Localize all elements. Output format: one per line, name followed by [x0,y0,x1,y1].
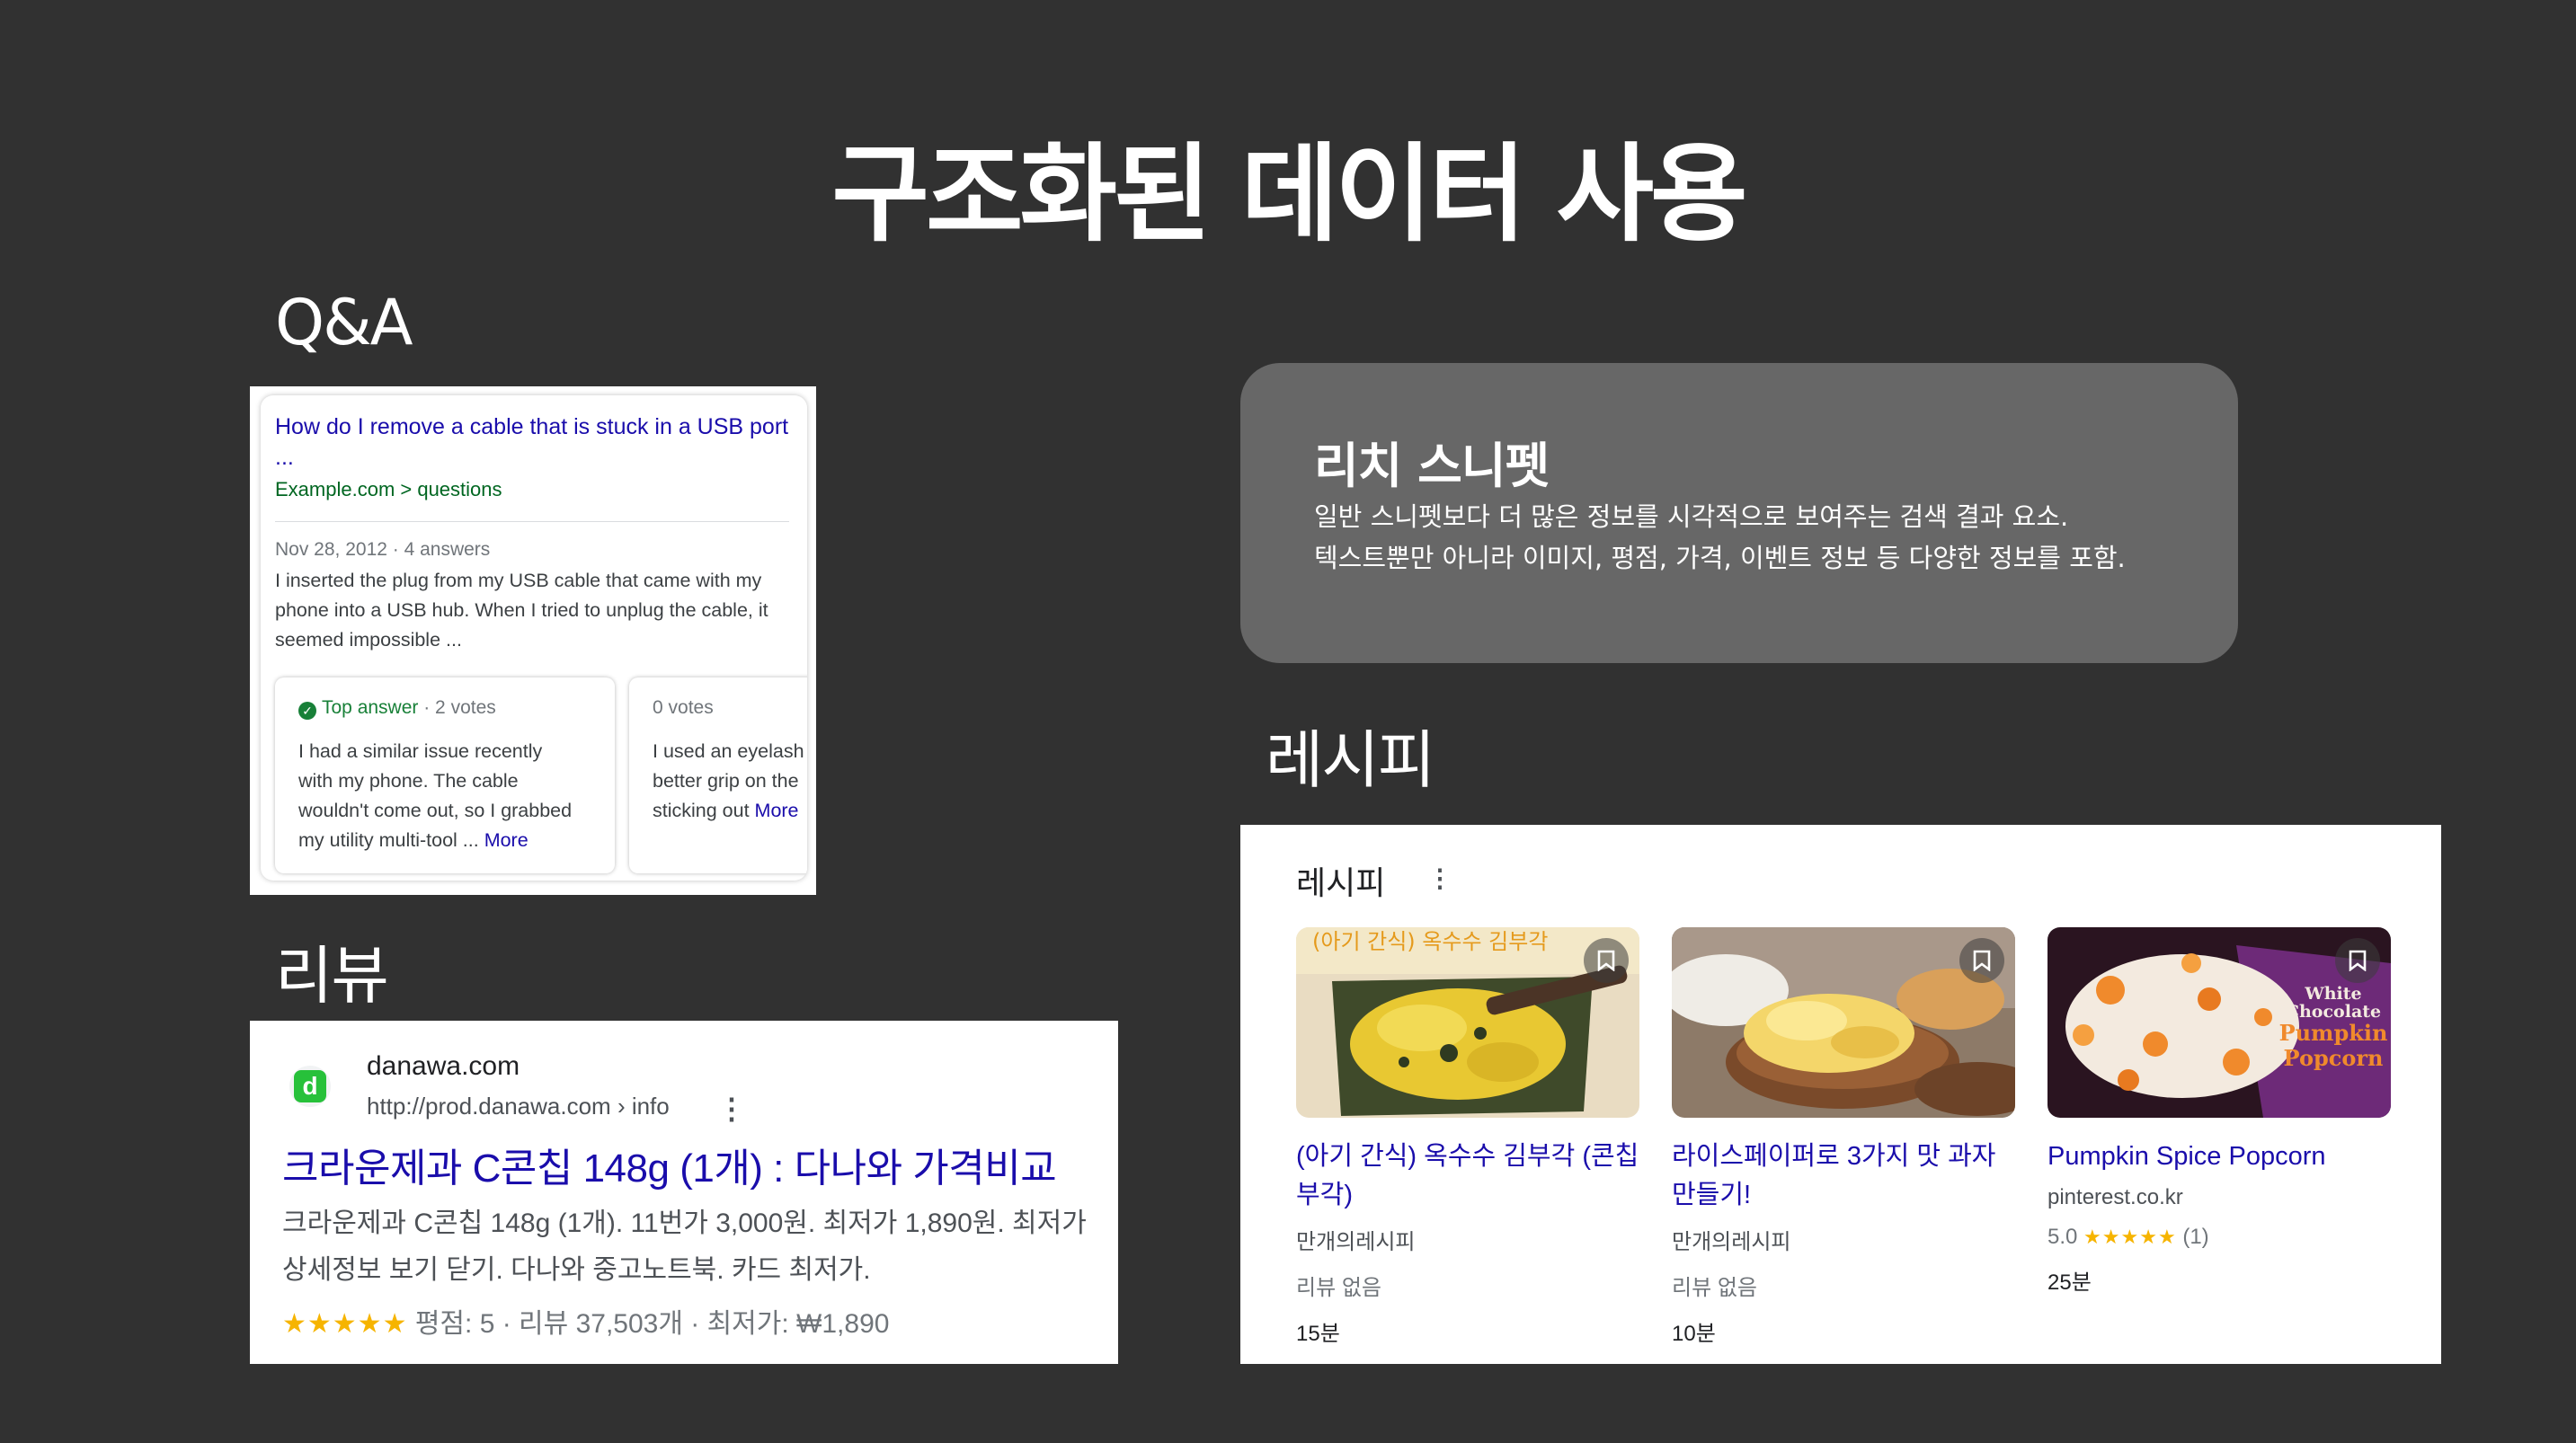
answer-more-link[interactable]: More [755,800,799,821]
rich-snippet-line-2: 텍스트뿐만 아니라 이미지, 평점, 가격, 이벤트 정보 등 다양한 정보를 … [1314,543,2126,573]
qa-divider [275,521,789,522]
recipe-thumbnail-image[interactable]: (아기 간식) 옥수수 김부각 [1296,927,1639,1118]
review-desc-line-2: 상세정보 보기 닫기. 다나와 중고노트북. 카드 최저가. [282,1255,871,1285]
bookmark-button[interactable] [2335,938,2380,983]
rich-snippet-line-1: 일반 스니펫보다 더 많은 정보를 시각적으로 보여주는 검색 결과 요소. [1314,501,2069,532]
bookmark-button[interactable] [1584,938,1629,983]
qa-breadcrumb[interactable]: Example.com > questions [275,478,502,501]
bookmark-button[interactable] [1959,938,2004,983]
bookmark-icon [2349,950,2367,971]
answer-text-content: I had a similar issue recently with my p… [298,740,573,851]
recipe-cook-time: 10분 [1672,1322,1716,1346]
rich-snippet-definition-box: 리치 스니펫 일반 스니펫보다 더 많은 정보를 시각적으로 보여주는 검색 결… [1240,363,2238,663]
check-circle-icon: ✓ [298,702,316,720]
recipe-thumbnail-image[interactable]: White Chocolate Pumpkin Popcorn [2047,927,2391,1118]
slide-title: 구조화된 데이터 사용 [831,132,1747,256]
review-site-url[interactable]: http://prod.danawa.com › info [367,1093,670,1120]
recipe-card[interactable]: 라이스페이퍼로 3가지 맛 과자 만들기! 만개의레시피 리뷰 없음 10분 [1672,927,2015,1347]
recipe-title-link[interactable]: Pumpkin Spice Popcorn [2047,1138,2391,1176]
answer-card-second[interactable]: 0 votes I used an eyelash better grip on… [629,677,807,873]
review-snippet-screenshot: d danawa.com http://prod.danawa.com › in… [250,1021,1118,1364]
review-rating-text: 평점: 5 · 리뷰 37,503개 · 최저가: ₩1,890 [407,1309,890,1339]
recipe-source: 만개의레시피 [1672,1230,1791,1254]
qa-snippet-screenshot: How do I remove a cable that is stuck in… [250,386,816,895]
review-desc-line-1: 크라운제과 C콘칩 148g (1개). 11번가 3,000원. 최저가 1,… [282,1208,1087,1238]
recipe-title-link[interactable]: 라이스페이퍼로 3가지 맛 과자 만들기! [1672,1138,2015,1215]
bookmark-icon [1973,950,1991,971]
answer-text: I used an eyelash better grip on the sti… [653,737,807,826]
qa-question-body: I inserted the plug from my USB cable th… [275,570,768,651]
qa-result-title-link[interactable]: How do I remove a cable that is stuck in… [275,412,796,473]
review-result-description: 크라운제과 C콘칩 148g (1개). 11번가 3,000원. 최저가 1,… [282,1200,1118,1294]
recipe-rating-value: 5.0 [2047,1225,2078,1249]
recipe-rating: 리뷰 없음 [1672,1276,1757,1300]
recipe-cook-time: 25분 [2047,1270,2092,1295]
more-options-icon[interactable]: ⋮ [1427,866,1452,891]
thumbnail-caption: (아기 간식) 옥수수 김부각 [1312,929,1548,954]
bookmark-icon [1597,950,1615,971]
review-rating-row: ★★★★★ 평점: 5 · 리뷰 37,503개 · 최저가: ₩1,890 [282,1301,889,1341]
qa-result-card: How do I remove a cable that is stuck in… [261,395,807,881]
star-rating-icon: ★★★★★ [282,1309,408,1339]
answer-text: I had a similar issue recently with my p… [298,737,604,855]
recipe-rating: 5.0 ★★★★★ (1) [2047,1225,2391,1250]
answer-votes: · 2 votes [418,697,496,718]
recipe-card[interactable]: (아기 간식) 옥수수 김부각 (아기 간식) 옥수수 김부각 (콘칩 부각) … [1296,927,1639,1347]
section-label-recipe: 레시피 [1266,723,1435,797]
answer-card-top[interactable]: ✓ Top answer · 2 votes I had a similar is… [275,677,615,873]
recipe-rating: 리뷰 없음 [1296,1276,1381,1300]
qa-meta: Nov 28, 2012 · 4 answers [275,539,491,560]
recipe-thumbnail-image[interactable] [1672,927,2015,1118]
recipe-rating-count: (1) [2182,1225,2209,1249]
review-site-name[interactable]: danawa.com [367,1051,520,1082]
section-label-qa: Q&A [275,286,413,359]
recipe-source: 만개의레시피 [1296,1230,1416,1254]
answer-votes: 0 votes [653,697,714,718]
recipe-cook-time: 15분 [1296,1322,1340,1346]
recipe-source: pinterest.co.kr [2047,1185,2183,1209]
recipe-title-link[interactable]: (아기 간식) 옥수수 김부각 (콘칩 부각) [1296,1138,1639,1215]
section-label-review: 리뷰 [275,939,389,1013]
recipe-carousel-heading: 레시피 [1296,864,1386,901]
recipe-snippet-screenshot: 레시피 ⋮ (아기 간식) 옥수수 김부각 (아기 간식) 옥수수 김부각 (콘… [1240,825,2441,1364]
review-result-title-link[interactable]: 크라운제과 C콘칩 148g (1개) : 다나와 가격비교 [282,1136,1057,1193]
more-options-icon[interactable]: ⋮ [717,1094,746,1123]
danawa-logo-icon: d [294,1070,326,1102]
star-rating-icon: ★★★★★ [2083,1226,2177,1248]
answer-more-link[interactable]: More [484,829,529,851]
rich-snippet-description: 일반 스니펫보다 더 많은 정보를 시각적으로 보여주는 검색 결과 요소. 텍… [1314,496,2126,579]
answer-header: ✓ Top answer · 2 votes [298,697,496,720]
recipe-card[interactable]: White Chocolate Pumpkin Popcorn Pumpkin Spi… [2047,927,2391,1296]
top-answer-badge: Top answer [322,697,419,718]
rich-snippet-heading: 리치 스니펫 [1314,438,1550,494]
danawa-favicon: d [289,1066,331,1107]
